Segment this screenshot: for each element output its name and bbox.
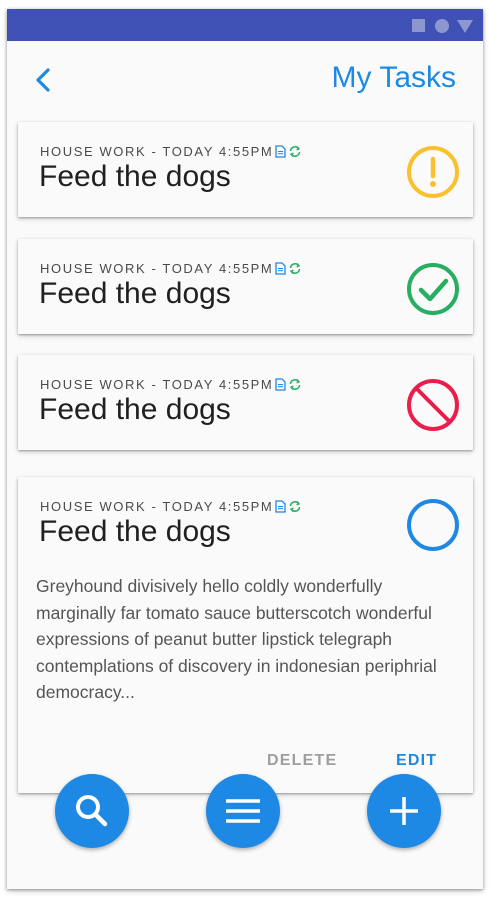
sync-icon [290, 379, 301, 390]
chevron-left-icon [36, 68, 50, 92]
document-icon [275, 145, 287, 158]
task-meta-text: HOUSE WORK - TODAY 4:55PM [40, 499, 274, 514]
check-circle-icon[interactable] [405, 261, 461, 317]
task-card[interactable]: HOUSE WORK - TODAY 4:55PM Feed the dogs [18, 239, 473, 334]
search-icon [76, 795, 108, 827]
document-icon [275, 378, 287, 391]
search-button[interactable] [55, 774, 129, 848]
task-card[interactable]: HOUSE WORK - TODAY 4:55PM Feed the dogs [18, 355, 473, 450]
task-meta: HOUSE WORK - TODAY 4:55PM [40, 261, 302, 276]
back-button[interactable] [29, 64, 59, 98]
task-title: Feed the dogs [39, 393, 231, 426]
task-meta-text: HOUSE WORK - TODAY 4:55PM [40, 377, 274, 392]
task-card[interactable]: HOUSE WORK - TODAY 4:55PM Feed the dogs [18, 122, 473, 217]
menu-icon [226, 799, 260, 823]
document-icon [275, 500, 287, 513]
task-description: Greyhound divisively hello coldly wonder… [36, 576, 437, 702]
task-title: Feed the dogs [39, 160, 231, 193]
task-card-expanded[interactable]: HOUSE WORK - TODAY 4:55PM Feed the dogs … [18, 477, 473, 793]
task-meta: HOUSE WORK - TODAY 4:55PM [40, 377, 302, 392]
home-icon [435, 19, 449, 33]
sync-icon [290, 263, 301, 274]
task-title: Feed the dogs [39, 515, 231, 548]
sync-icon [290, 501, 301, 512]
task-meta-text: HOUSE WORK - TODAY 4:55PM [40, 261, 274, 276]
recent-apps-icon [412, 19, 425, 32]
menu-button[interactable] [206, 774, 280, 848]
plus-icon [390, 797, 418, 825]
warning-icon[interactable] [405, 144, 461, 200]
task-meta-text: HOUSE WORK - TODAY 4:55PM [40, 144, 274, 159]
document-icon [275, 262, 287, 275]
edit-button[interactable]: EDIT [396, 752, 437, 770]
task-meta: HOUSE WORK - TODAY 4:55PM [40, 499, 302, 514]
task-title: Feed the dogs [39, 277, 231, 310]
sync-icon [290, 146, 301, 157]
add-button[interactable] [367, 774, 441, 848]
delete-button[interactable]: DELETE [267, 752, 337, 770]
task-meta: HOUSE WORK - TODAY 4:55PM [40, 144, 302, 159]
blocked-icon[interactable] [405, 377, 461, 433]
app-window: My Tasks HOUSE WORK - TODAY 4:55PM Feed … [7, 9, 483, 889]
back-triangle-icon [457, 20, 473, 33]
page-title: My Tasks [331, 61, 456, 94]
status-bar [7, 9, 483, 41]
open-circle-icon[interactable] [405, 497, 461, 553]
